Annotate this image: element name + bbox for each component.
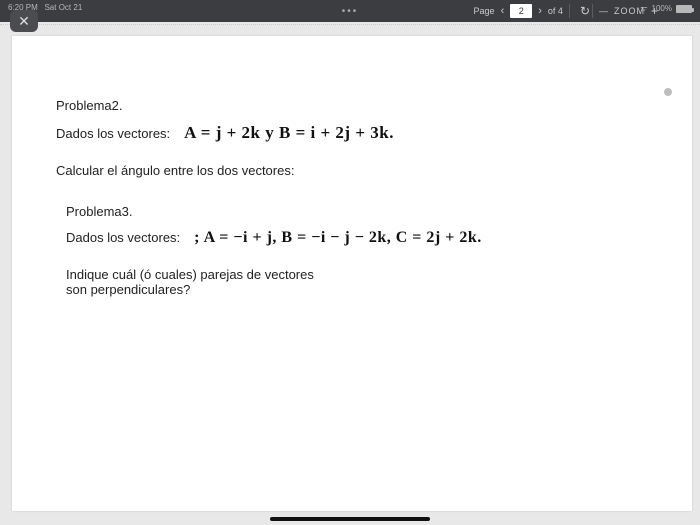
reload-icon[interactable]: ↻: [580, 4, 590, 18]
more-icon[interactable]: •••: [342, 6, 359, 17]
prev-page-icon[interactable]: ‹: [501, 5, 505, 17]
home-indicator[interactable]: [270, 517, 430, 521]
top-toolbar: 6:20 PM Sat Oct 21 ••• Page ‹ › of 4 ↻ —…: [0, 0, 700, 22]
status-right: ᯤ 100%: [640, 3, 692, 14]
given-label: Dados los vectores:: [66, 230, 180, 245]
close-button[interactable]: ✕: [10, 10, 38, 32]
divider-dotted: [0, 24, 700, 25]
close-icon: ✕: [18, 13, 30, 30]
page-total: of 4: [548, 6, 563, 16]
given-label: Dados los vectores:: [56, 126, 170, 141]
page-label: Page: [474, 6, 495, 16]
status-date-text: Sat Oct 21: [44, 3, 82, 12]
page-nav: Page ‹ › of 4 ↻: [474, 4, 590, 18]
divider: [569, 4, 570, 18]
battery-icon: [676, 5, 692, 13]
problem3-instruction-line1: Indique cuál (ó cuales) parejas de vecto…: [66, 267, 648, 282]
page-number-input[interactable]: [510, 4, 532, 18]
battery-percent: 100%: [652, 4, 672, 13]
problem3-title: Problema3.: [66, 204, 648, 219]
problem2-title: Problema2.: [56, 98, 648, 113]
wifi-icon: ᯤ: [640, 3, 647, 14]
problem2-instruction: Calcular el ángulo entre los dos vectore…: [56, 163, 648, 178]
status-indicator: [664, 88, 672, 96]
divider: [592, 4, 593, 18]
zoom-out-icon[interactable]: —: [599, 6, 608, 16]
problem3-equation: ; A = −i + j, B = −i − j − 2k, C = 2j + …: [194, 229, 482, 247]
next-page-icon[interactable]: ›: [538, 5, 542, 17]
document-page: Problema2. Dados los vectores: A = j + 2…: [12, 36, 692, 511]
problem2-given: Dados los vectores: A = j + 2k y B = i +…: [56, 123, 648, 143]
problem3-given: Dados los vectores: ; A = −i + j, B = −i…: [66, 229, 648, 247]
problem2-equation: A = j + 2k y B = i + 2j + 3k.: [184, 123, 394, 143]
problem3-instruction-line2: son perpendiculares?: [66, 282, 648, 297]
